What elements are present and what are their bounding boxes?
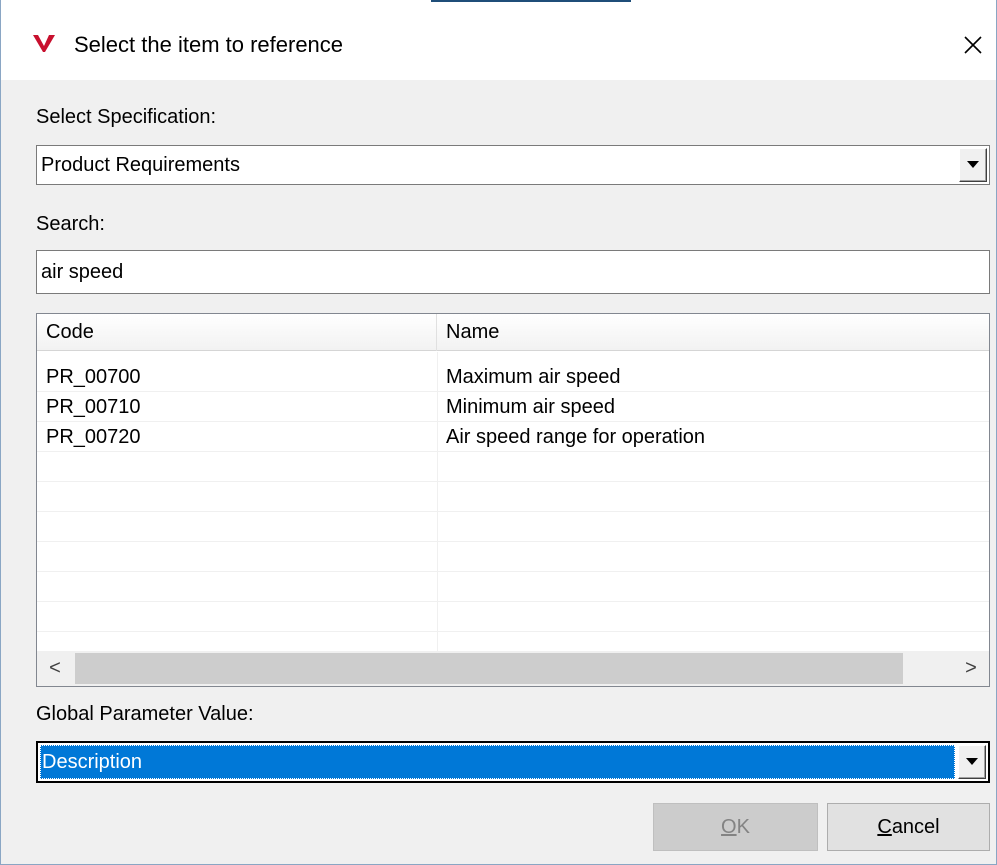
row-code: PR_00700 (46, 365, 141, 388)
global-parameter-dropdown-button[interactable] (958, 745, 986, 779)
dialog-title: Select the item to reference (74, 32, 344, 57)
ok-button[interactable]: OK (653, 803, 818, 851)
app-logo-icon (33, 35, 55, 52)
cancel-mnemonic: C (877, 815, 892, 838)
horizontal-scrollbar[interactable]: < > (37, 651, 989, 686)
scroll-right-button[interactable]: > (953, 651, 989, 686)
row-code: PR_00720 (46, 425, 141, 448)
empty-row (37, 482, 989, 512)
column-header-code[interactable]: Code (37, 314, 437, 351)
specification-dropdown-button[interactable] (959, 148, 987, 182)
row-name: Minimum air speed (446, 395, 615, 418)
empty-row (37, 572, 989, 602)
cancel-button[interactable]: Cancel (827, 803, 990, 851)
table-row[interactable]: PR_00700 Maximum air speed (37, 362, 989, 392)
title-bar[interactable]: Select the item to reference (1, 0, 996, 80)
row-code: PR_00710 (46, 395, 141, 418)
ok-label-rest: K (736, 815, 750, 838)
empty-row (37, 452, 989, 482)
row-name: Air speed range for operation (446, 425, 706, 448)
close-icon (964, 36, 982, 54)
global-parameter-dropdown[interactable]: Description (36, 741, 990, 783)
scroll-left-button[interactable]: < (37, 651, 73, 686)
empty-row (37, 602, 989, 632)
row-name: Maximum air speed (446, 365, 621, 388)
cancel-label-rest: ancel (891, 815, 940, 838)
table-header: Code Name (37, 314, 989, 351)
reference-dialog: Select the item to reference Select Spec… (0, 0, 997, 865)
chevron-down-icon (966, 758, 978, 765)
scrollbar-thumb[interactable] (75, 653, 903, 684)
global-parameter-label: Global Parameter Value: (36, 703, 254, 725)
table-row[interactable]: PR_00710 Minimum air speed (37, 392, 989, 422)
empty-row (37, 542, 989, 572)
close-button[interactable] (956, 28, 990, 62)
column-header-name[interactable]: Name (437, 314, 989, 351)
chevron-left-icon: < (49, 657, 61, 679)
results-table: Code Name PR_00700 Maximum air speed PR_… (36, 313, 990, 687)
global-parameter-value: Description (40, 745, 955, 779)
title-accent-line (431, 0, 631, 2)
search-input[interactable] (36, 250, 990, 294)
specification-value: Product Requirements (41, 153, 240, 176)
chevron-right-icon: > (965, 657, 977, 679)
chevron-down-icon (967, 161, 979, 168)
search-label: Search: (36, 213, 105, 235)
table-row[interactable]: PR_00720 Air speed range for operation (37, 422, 989, 452)
specification-dropdown[interactable]: Product Requirements (36, 145, 990, 185)
specification-label: Select Specification: (36, 106, 217, 128)
empty-row (37, 512, 989, 542)
ok-mnemonic: O (721, 815, 737, 838)
